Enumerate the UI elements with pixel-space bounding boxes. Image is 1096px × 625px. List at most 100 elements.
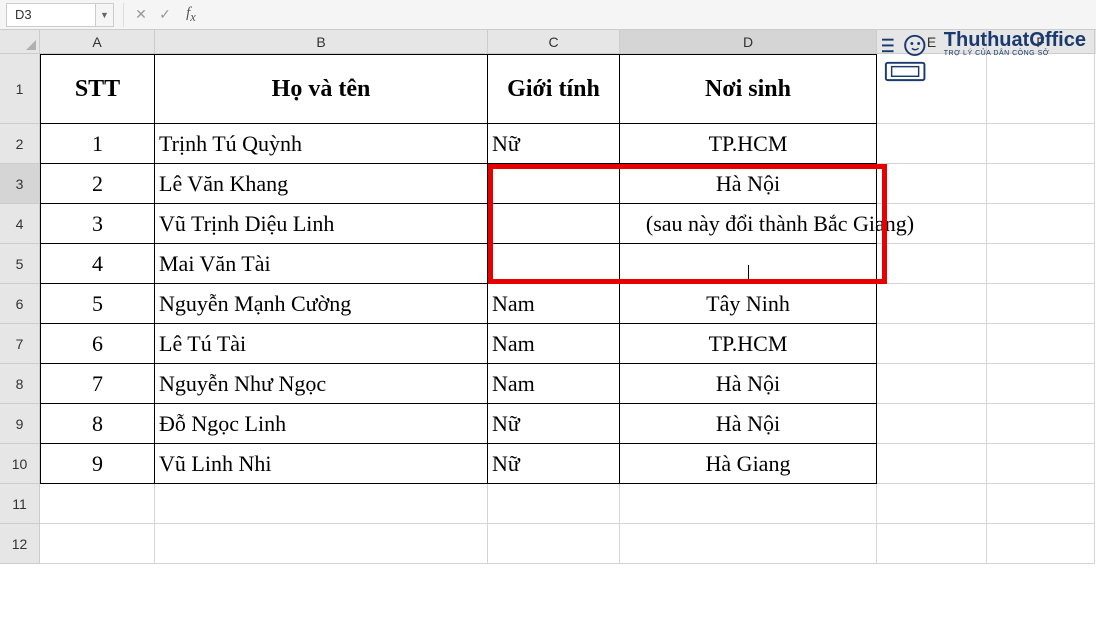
cell-B6[interactable]: Nguyễn Mạnh Cường xyxy=(155,284,488,324)
formula-bar-input[interactable] xyxy=(201,3,1096,27)
name-box[interactable]: D3 xyxy=(6,3,96,27)
cell-C10[interactable]: Nữ xyxy=(488,444,620,484)
select-all-button[interactable] xyxy=(0,30,40,54)
row-header-2[interactable]: 2 xyxy=(0,124,40,164)
cell-E5[interactable] xyxy=(877,244,987,284)
cell-B2[interactable]: Trịnh Tú Quỳnh xyxy=(155,124,488,164)
cell-B5[interactable]: Mai Văn Tài xyxy=(155,244,488,284)
cell-E6[interactable] xyxy=(877,284,987,324)
cell-C12[interactable] xyxy=(488,524,620,564)
cell-C6[interactable]: Nam xyxy=(488,284,620,324)
col-header-C[interactable]: C xyxy=(488,30,620,54)
cell-F11[interactable] xyxy=(987,484,1095,524)
cell-D11[interactable] xyxy=(620,484,877,524)
col-header-D[interactable]: D xyxy=(620,30,877,54)
row-header-1[interactable]: 1 xyxy=(0,54,40,124)
cell-D10[interactable]: Hà Giang xyxy=(620,444,877,484)
cancel-icon[interactable]: ✕ xyxy=(129,3,153,27)
cell-C4[interactable] xyxy=(488,204,620,244)
cell-C3[interactable] xyxy=(488,164,620,204)
logo-brand-text: ThuthuatOffice xyxy=(944,30,1086,50)
row-header-4[interactable]: 4 xyxy=(0,204,40,244)
cell-A9[interactable]: 8 xyxy=(40,404,155,444)
cell-D6[interactable]: Tây Ninh xyxy=(620,284,877,324)
cell-D8[interactable]: Hà Nội xyxy=(620,364,877,404)
cell-E2[interactable] xyxy=(877,124,987,164)
cell-F3[interactable] xyxy=(987,164,1095,204)
cell-F12[interactable] xyxy=(987,524,1095,564)
cell-B7[interactable]: Lê Tú Tài xyxy=(155,324,488,364)
enter-icon[interactable]: ✓ xyxy=(153,3,177,27)
cell-F9[interactable] xyxy=(987,404,1095,444)
cell-D5[interactable] xyxy=(620,244,877,284)
cell-B9[interactable]: Đỗ Ngọc Linh xyxy=(155,404,488,444)
row-header-7[interactable]: 7 xyxy=(0,324,40,364)
row-header-11[interactable]: 11 xyxy=(0,484,40,524)
cell-A6[interactable]: 5 xyxy=(40,284,155,324)
cell-E4[interactable] xyxy=(877,204,987,244)
cell-A1[interactable]: STT xyxy=(40,54,155,124)
cell-C11[interactable] xyxy=(488,484,620,524)
row-header-12[interactable]: 12 xyxy=(0,524,40,564)
cell-B8[interactable]: Nguyễn Như Ngọc xyxy=(155,364,488,404)
cell-F7[interactable] xyxy=(987,324,1095,364)
row-8: 8 7 Nguyễn Như Ngọc Nam Hà Nội xyxy=(0,364,1096,404)
row-header-3[interactable]: 3 xyxy=(0,164,40,204)
text-cursor-icon xyxy=(748,265,749,283)
col-header-A[interactable]: A xyxy=(40,30,155,54)
cell-D4[interactable]: (sau này đổi thành Bắc Giang) xyxy=(620,204,877,244)
cell-B10[interactable]: Vũ Linh Nhi xyxy=(155,444,488,484)
cell-E3[interactable] xyxy=(877,164,987,204)
cell-C8[interactable]: Nam xyxy=(488,364,620,404)
row-header-10[interactable]: 10 xyxy=(0,444,40,484)
fx-icon[interactable]: fx xyxy=(177,3,201,27)
cell-E7[interactable] xyxy=(877,324,987,364)
cell-B4[interactable]: Vũ Trịnh Diệu Linh xyxy=(155,204,488,244)
cell-A7[interactable]: 6 xyxy=(40,324,155,364)
cell-C9[interactable]: Nữ xyxy=(488,404,620,444)
cell-F6[interactable] xyxy=(987,284,1095,324)
cell-A5[interactable]: 4 xyxy=(40,244,155,284)
cell-D3[interactable]: Hà Nội xyxy=(620,164,877,204)
cell-C7[interactable]: Nam xyxy=(488,324,620,364)
cell-D12[interactable] xyxy=(620,524,877,564)
row-3: 3 2 Lê Văn Khang Hà Nội xyxy=(0,164,1096,204)
cell-A10[interactable]: 9 xyxy=(40,444,155,484)
name-box-value: D3 xyxy=(15,7,32,22)
cell-E10[interactable] xyxy=(877,444,987,484)
cell-E12[interactable] xyxy=(877,524,987,564)
cell-D2[interactable]: TP.HCM xyxy=(620,124,877,164)
cell-A3[interactable]: 2 xyxy=(40,164,155,204)
cell-E9[interactable] xyxy=(877,404,987,444)
name-box-dropdown[interactable]: ▼ xyxy=(96,3,114,27)
cell-A4[interactable]: 3 xyxy=(40,204,155,244)
cell-E8[interactable] xyxy=(877,364,987,404)
col-header-B[interactable]: B xyxy=(155,30,488,54)
cell-F2[interactable] xyxy=(987,124,1095,164)
cell-A8[interactable]: 7 xyxy=(40,364,155,404)
cell-C5[interactable] xyxy=(488,244,620,284)
spreadsheet-grid[interactable]: A B C D E F 1 STT Họ và tên Giới tính Nơ… xyxy=(0,30,1096,564)
cell-B11[interactable] xyxy=(155,484,488,524)
cell-C1[interactable]: Giới tính xyxy=(488,54,620,124)
cell-A11[interactable] xyxy=(40,484,155,524)
cell-F10[interactable] xyxy=(987,444,1095,484)
cell-F4[interactable] xyxy=(987,204,1095,244)
cell-B3[interactable]: Lê Văn Khang xyxy=(155,164,488,204)
cell-D9[interactable]: Hà Nội xyxy=(620,404,877,444)
cell-F5[interactable] xyxy=(987,244,1095,284)
cell-A2[interactable]: 1 xyxy=(40,124,155,164)
row-header-9[interactable]: 9 xyxy=(0,404,40,444)
cell-B1[interactable]: Họ và tên xyxy=(155,54,488,124)
cell-F8[interactable] xyxy=(987,364,1095,404)
row-header-5[interactable]: 5 xyxy=(0,244,40,284)
cell-B12[interactable] xyxy=(155,524,488,564)
cell-C2[interactable]: Nữ xyxy=(488,124,620,164)
cell-D1[interactable]: Nơi sinh xyxy=(620,54,877,124)
row-header-8[interactable]: 8 xyxy=(0,364,40,404)
cell-A12[interactable] xyxy=(40,524,155,564)
cell-D7[interactable]: TP.HCM xyxy=(620,324,877,364)
row-header-6[interactable]: 6 xyxy=(0,284,40,324)
logo-tagline: TRỢ LÝ CỦA DÂN CÔNG SỞ xyxy=(944,50,1086,57)
cell-E11[interactable] xyxy=(877,484,987,524)
